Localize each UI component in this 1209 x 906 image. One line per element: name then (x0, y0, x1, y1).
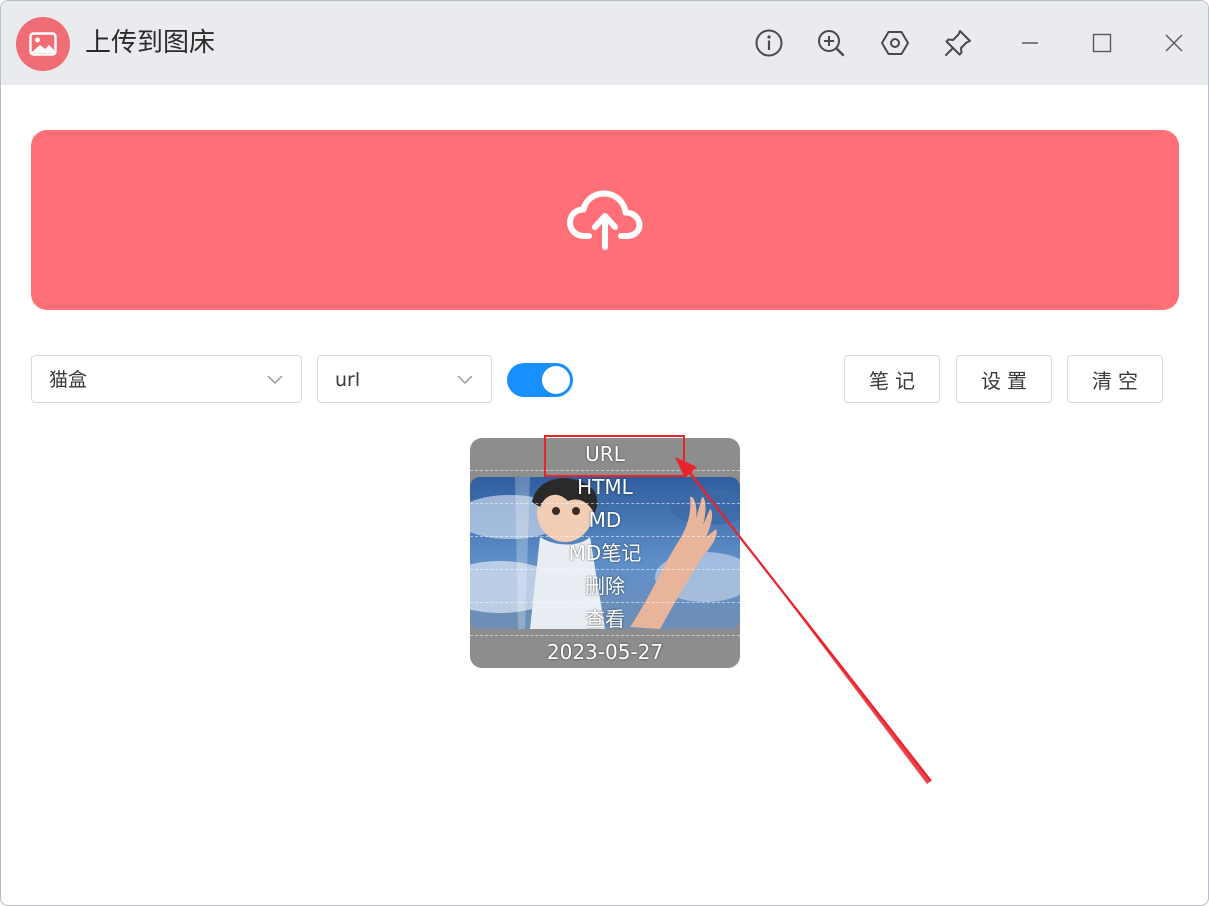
close-icon (1165, 34, 1183, 52)
settings-text-button[interactable]: 设置 (956, 355, 1052, 403)
zoom-in-icon (818, 30, 845, 57)
delete-action[interactable]: 删除 (470, 570, 740, 603)
maximize-icon (1092, 33, 1112, 53)
zoom-button[interactable] (813, 25, 849, 61)
auto-copy-toggle[interactable] (507, 363, 573, 397)
settings-hex-icon (881, 31, 909, 55)
upload-date: 2023-05-27 (546, 640, 664, 664)
title-bar: 上传到图床 (1, 1, 1208, 85)
toggle-knob (542, 366, 570, 394)
annotation-highlight-box (544, 435, 685, 477)
view-action[interactable]: 查看 (470, 603, 740, 636)
info-button[interactable] (751, 25, 787, 61)
copy-md-action[interactable]: MD (470, 504, 740, 537)
host-select-value: 猫盒 (49, 369, 88, 391)
format-select[interactable]: url (317, 355, 492, 403)
window-title: 上传到图床 (85, 28, 216, 58)
clear-button[interactable]: 清空 (1067, 355, 1163, 403)
chevron-down-icon (267, 375, 283, 385)
minimize-icon (1022, 42, 1038, 44)
minimize-button[interactable] (1012, 25, 1048, 61)
chevron-down-icon (457, 375, 473, 385)
app-window: 上传到图床 猫盒 url 笔记 设置 清空 URL HTML MD MD笔记 删… (0, 0, 1209, 906)
copy-md-note-action[interactable]: MD笔记 (470, 537, 740, 570)
pin-button[interactable] (940, 25, 976, 61)
app-logo (16, 17, 70, 71)
close-button[interactable] (1156, 25, 1192, 61)
cloud-upload-icon (567, 190, 643, 250)
maximize-button[interactable] (1084, 25, 1120, 61)
upload-drop-area[interactable] (31, 130, 1179, 310)
image-icon (29, 32, 57, 56)
pin-icon (945, 30, 971, 56)
host-select[interactable]: 猫盒 (31, 355, 302, 403)
notes-button[interactable]: 笔记 (844, 355, 940, 403)
info-icon (755, 29, 783, 57)
settings-button[interactable] (877, 25, 913, 61)
format-select-value: url (335, 369, 361, 391)
